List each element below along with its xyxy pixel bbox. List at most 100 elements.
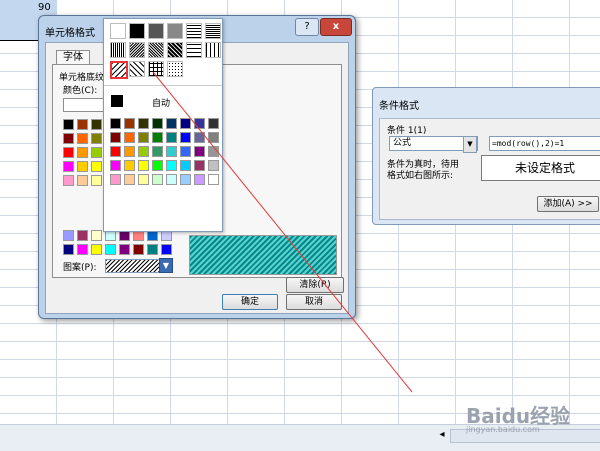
color-swatch[interactable] [91,161,102,172]
color-swatch[interactable] [166,132,177,143]
color-swatch[interactable] [110,132,121,143]
pattern-option[interactable] [148,61,164,77]
pattern-option[interactable] [167,42,183,58]
pattern-option[interactable] [205,23,221,39]
pattern-option[interactable] [129,23,145,39]
color-swatch[interactable] [91,133,102,144]
help-button[interactable]: ? [295,18,319,36]
color-swatch[interactable] [77,244,88,255]
pattern-option[interactable] [110,61,128,79]
close-button[interactable]: x [320,18,352,36]
chevron-down-icon[interactable]: ▼ [159,258,173,273]
color-swatch[interactable] [63,161,74,172]
tab-font[interactable]: 字体 [56,50,90,65]
color-swatch[interactable] [124,146,135,157]
color-swatch[interactable] [91,244,102,255]
pattern-option[interactable] [148,42,164,58]
color-swatch[interactable] [180,174,191,185]
pattern-option[interactable] [110,23,126,39]
color-swatch[interactable] [180,146,191,157]
color-swatch[interactable] [110,146,121,157]
color-swatch[interactable] [110,160,121,171]
color-swatch[interactable] [91,230,102,241]
color-swatch[interactable] [180,118,191,129]
color-swatch[interactable] [63,244,74,255]
dialog-title: 单元格格式 [45,28,95,39]
add-button[interactable]: 添加(A) >> [537,196,599,212]
color-swatch[interactable] [110,118,121,129]
color-swatch[interactable] [180,160,191,171]
color-swatch[interactable] [138,132,149,143]
color-swatch[interactable] [138,146,149,157]
ok-button[interactable]: 确定 [222,294,278,310]
clear-button[interactable]: 清除(R) [286,277,344,293]
color-swatch[interactable] [208,146,219,157]
pattern-option[interactable] [186,42,202,58]
color-swatch[interactable] [91,119,102,130]
color-swatch[interactable] [124,160,135,171]
color-swatch[interactable] [152,174,163,185]
color-swatch[interactable] [194,160,205,171]
color-swatch[interactable] [110,174,121,185]
color-swatch[interactable] [208,132,219,143]
color-swatch[interactable] [63,147,74,158]
color-swatch[interactable] [63,119,74,130]
color-swatch[interactable] [77,230,88,241]
color-swatch[interactable] [77,133,88,144]
color-swatch[interactable] [152,160,163,171]
color-swatch[interactable] [77,175,88,186]
color-swatch[interactable] [147,244,158,255]
pattern-select[interactable] [105,259,163,273]
pattern-option[interactable] [167,23,183,39]
color-swatch[interactable] [124,132,135,143]
color-swatch[interactable] [138,118,149,129]
formula-input[interactable]: =mod(row(),2)=1 [489,136,600,151]
cancel-button[interactable]: 取消 [286,294,342,310]
color-swatch[interactable] [119,244,130,255]
format-cells-dialog: 单元格格式 ? x 字体 单元格底纹 颜色(C): 图案(P): ▼ 清除(R)… [38,15,356,319]
color-swatch[interactable] [194,174,205,185]
color-swatch[interactable] [77,161,88,172]
scroll-left-icon[interactable]: ◂ [436,428,448,442]
color-swatch[interactable] [63,175,74,186]
color-swatch[interactable] [180,132,191,143]
pattern-option[interactable] [205,42,221,58]
cell-value: 90 [38,2,51,13]
pattern-option[interactable] [148,23,164,39]
color-swatch[interactable] [138,174,149,185]
color-swatch[interactable] [166,160,177,171]
color-swatch[interactable] [208,174,219,185]
color-swatch[interactable] [161,244,172,255]
pattern-option[interactable] [186,23,202,39]
color-swatch[interactable] [124,174,135,185]
pattern-option[interactable] [129,42,145,58]
color-swatch[interactable] [138,160,149,171]
color-swatch[interactable] [63,133,74,144]
pattern-option[interactable] [129,61,145,77]
color-swatch[interactable] [105,244,116,255]
color-swatch[interactable] [77,119,88,130]
color-swatch[interactable] [194,118,205,129]
color-swatch[interactable] [166,118,177,129]
color-swatch[interactable] [208,118,219,129]
color-swatch[interactable] [63,230,74,241]
pattern-label: 图案(P): [63,263,97,273]
pattern-option[interactable] [110,42,126,58]
color-swatch[interactable] [152,132,163,143]
color-swatch[interactable] [194,146,205,157]
auto-color-swatch[interactable] [111,95,123,107]
color-swatch[interactable] [208,160,219,171]
color-swatch[interactable] [166,174,177,185]
color-swatch[interactable] [133,244,144,255]
color-swatch[interactable] [124,118,135,129]
color-swatch[interactable] [152,146,163,157]
color-swatch[interactable] [91,147,102,158]
color-swatch[interactable] [77,147,88,158]
color-field[interactable] [63,98,105,112]
pattern-option[interactable] [167,61,183,77]
chevron-down-icon[interactable]: ▼ [463,136,477,153]
color-swatch[interactable] [91,175,102,186]
color-swatch[interactable] [194,132,205,143]
color-swatch[interactable] [166,146,177,157]
color-swatch[interactable] [152,118,163,129]
